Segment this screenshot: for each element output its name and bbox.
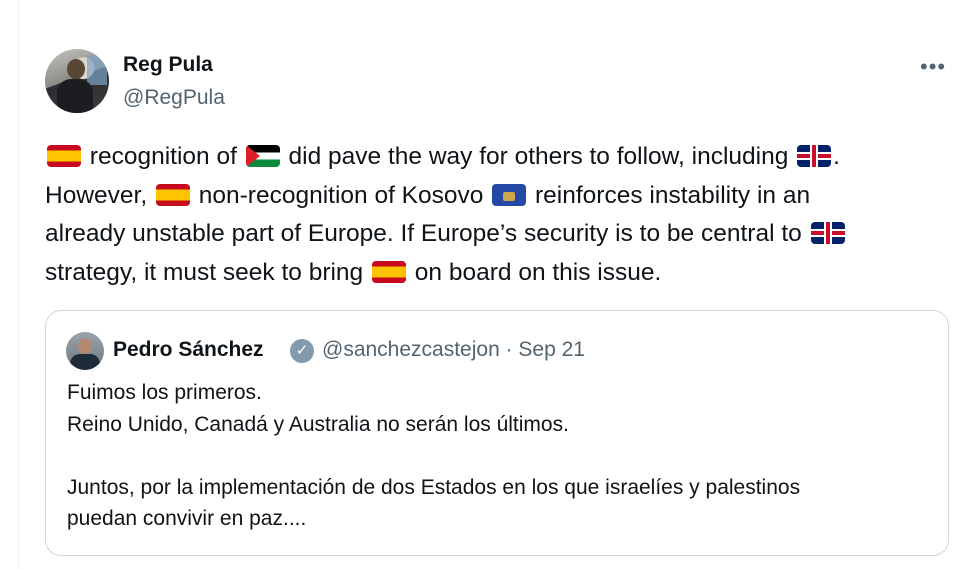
quoted-tweet[interactable]: Pedro Sánchez ✓ @sanchezcastejon · Sep 2… xyxy=(45,310,949,556)
quoted-avatar-body xyxy=(70,354,100,370)
tweet-text-segment: did pave the way for others to follow, i… xyxy=(281,143,796,170)
flag-spain-icon xyxy=(371,260,406,283)
quoted-avatar-head xyxy=(78,338,92,354)
quoted-text-line: puedan convivir en paz.... xyxy=(67,507,307,530)
tweet-text-segment: reinforces instability in an xyxy=(528,181,811,209)
flag-palestine-icon xyxy=(245,145,280,167)
tweet-text-segment: . xyxy=(833,143,840,170)
tweet-text: recognition of did pave the way for othe… xyxy=(45,138,965,292)
author-name[interactable]: Reg Pula xyxy=(123,53,213,77)
quoted-text-line: Juntos, por la implementación de dos Est… xyxy=(67,475,801,499)
flag-spain-icon xyxy=(47,145,81,167)
tweet-text-segment: strategy, it must seek to bring xyxy=(45,258,370,286)
flag-kosovo-icon xyxy=(492,183,527,206)
author-handle[interactable]: @RegPula xyxy=(123,86,225,110)
flag-uk-icon xyxy=(810,222,845,244)
verified-badge-icon: ✓ xyxy=(290,339,314,363)
quoted-author-name[interactable]: Pedro Sánchez xyxy=(113,338,264,362)
avatar-body xyxy=(57,79,93,113)
tweet-line: However, non-recognition of Kosovo reinf… xyxy=(45,177,965,216)
author-avatar[interactable] xyxy=(45,49,109,113)
flag-spain-icon xyxy=(155,183,190,206)
tweet-text-segment: recognition of xyxy=(83,143,244,170)
quoted-text-line: Fuimos los primeros. xyxy=(67,381,262,404)
tweet-text-segment: However, xyxy=(45,181,154,209)
tweet-line: recognition of did pave the way for othe… xyxy=(45,138,965,177)
more-options-icon[interactable]: ••• xyxy=(920,54,946,80)
quoted-text-line: Reino Unido, Canadá y Australia no serán… xyxy=(67,412,569,436)
tweet-text-segment: already unstable part of Europe. If Euro… xyxy=(45,220,809,247)
quoted-author-avatar[interactable] xyxy=(66,332,104,370)
tweet-text-segment: non-recognition of Kosovo xyxy=(191,181,491,209)
quoted-blank-line xyxy=(67,440,937,472)
quoted-tweet-text: Fuimos los primeros. Reino Unido, Canadá … xyxy=(67,377,937,535)
avatar-head xyxy=(67,59,85,79)
tweet-line: already unstable part of Europe. If Euro… xyxy=(45,215,965,254)
quoted-handle-date[interactable]: @sanchezcastejon · Sep 21 xyxy=(322,338,585,362)
flag-uk-icon xyxy=(797,145,832,167)
tweet-text-segment: on board on this issue. xyxy=(407,258,662,286)
tweet-line: strategy, it must seek to bring on board… xyxy=(45,254,965,293)
avatar-screen xyxy=(87,55,107,85)
